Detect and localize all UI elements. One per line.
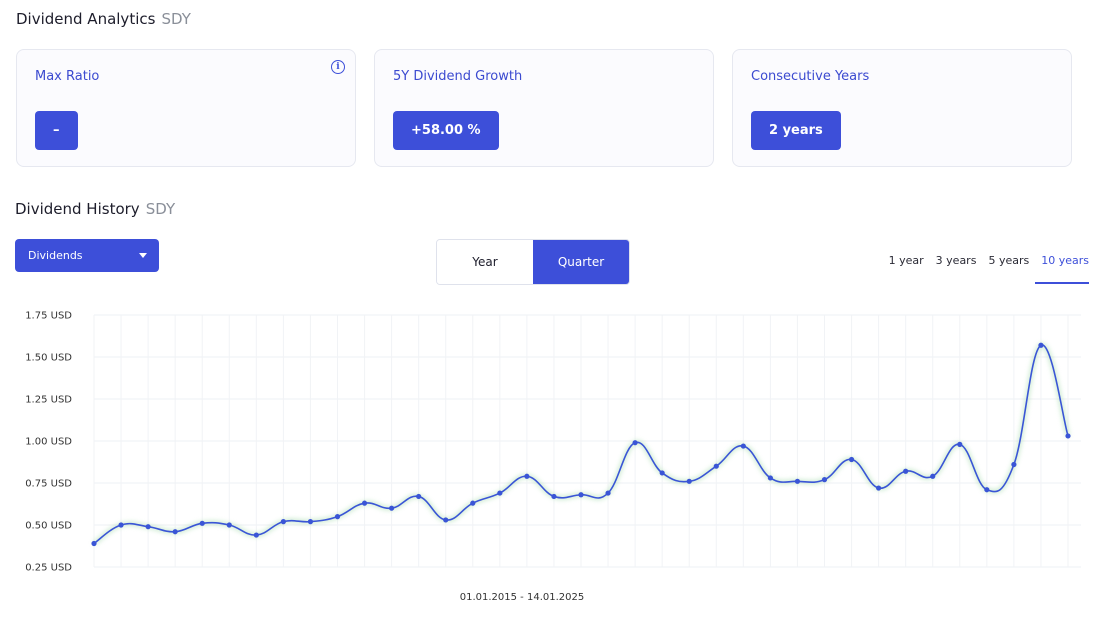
data-point[interactable] <box>659 470 665 476</box>
x-axis-label: 01.01.2015 - 14.01.2025 <box>460 592 584 603</box>
consecutive-years-value: 2 years <box>751 111 841 150</box>
consecutive-years-title: Consecutive Years <box>751 69 870 84</box>
dividend-growth-card: 5Y Dividend Growth +58.00 % <box>374 49 714 167</box>
data-point[interactable] <box>794 478 801 484</box>
data-point[interactable] <box>307 519 314 525</box>
data-point[interactable] <box>1065 433 1071 439</box>
data-point[interactable] <box>470 500 476 506</box>
data-point[interactable] <box>740 443 746 449</box>
data-point[interactable] <box>253 532 259 538</box>
y-tick-label: 1.00 USD <box>25 437 72 448</box>
data-point[interactable] <box>91 540 97 547</box>
history-ticker: SDY <box>145 200 176 218</box>
info-icon[interactable]: i <box>331 60 345 74</box>
data-point[interactable] <box>334 514 341 520</box>
dividend-chart: 0.25 USD 0.50 USD 0.75 USD 1.00 USD 1.25 USD… <box>25 311 1081 603</box>
history-heading: Dividend History SDY <box>15 200 175 218</box>
toggle-quarter[interactable]: Quarter <box>533 240 629 284</box>
data-point[interactable] <box>443 517 449 523</box>
y-tick-label: 1.25 USD <box>25 395 72 406</box>
metric-dropdown-label: Dividends <box>28 249 83 262</box>
y-tick-label: 0.50 USD <box>25 521 72 532</box>
dividend-growth-title: 5Y Dividend Growth <box>393 69 523 84</box>
data-point[interactable] <box>361 500 368 506</box>
consecutive-years-card: Consecutive Years 2 years <box>732 49 1072 167</box>
analytics-heading: Dividend Analytics SDY <box>16 10 191 28</box>
dividend-growth-value: +58.00 % <box>393 111 499 150</box>
data-point[interactable] <box>713 463 719 469</box>
data-point[interactable] <box>767 475 773 481</box>
y-axis: 0.25 USD 0.50 USD 0.75 USD 1.00 USD 1.25 USD… <box>25 311 72 574</box>
data-point[interactable] <box>930 473 936 479</box>
y-tick-label: 1.50 USD <box>25 353 72 364</box>
max-ratio-title: Max Ratio <box>35 69 100 84</box>
data-point[interactable] <box>1011 461 1017 468</box>
toggle-year[interactable]: Year <box>437 240 533 284</box>
range-10-years[interactable]: 10 years <box>1035 254 1089 284</box>
period-toggle: Year Quarter <box>436 239 630 285</box>
range-1-year[interactable]: 1 year <box>883 254 930 284</box>
data-point[interactable] <box>172 529 178 535</box>
data-point[interactable] <box>848 456 855 463</box>
data-point[interactable] <box>876 485 882 491</box>
data-point[interactable] <box>497 490 503 496</box>
data-point[interactable] <box>524 473 530 479</box>
data-point[interactable] <box>551 493 557 500</box>
data-point[interactable] <box>226 522 232 528</box>
y-tick-label: 0.75 USD <box>25 479 72 490</box>
metric-dropdown[interactable]: Dividends <box>15 239 159 272</box>
data-point[interactable] <box>118 522 124 528</box>
data-point[interactable] <box>578 492 584 498</box>
data-point[interactable] <box>145 524 151 530</box>
data-point[interactable] <box>686 478 692 484</box>
data-point[interactable] <box>957 441 963 447</box>
max-ratio-value: – <box>35 111 78 150</box>
data-point[interactable] <box>632 440 638 446</box>
history-title: Dividend History <box>15 200 140 218</box>
range-3-years[interactable]: 3 years <box>930 254 983 284</box>
data-point[interactable] <box>903 468 909 474</box>
data-point[interactable] <box>984 487 990 493</box>
range-selector: 1 year 3 years 5 years 10 years <box>883 254 1089 284</box>
max-ratio-card: Max Ratio i – <box>16 49 356 167</box>
analytics-title: Dividend Analytics <box>16 10 156 28</box>
data-point[interactable] <box>280 519 286 525</box>
caret-down-icon <box>139 253 147 258</box>
data-point[interactable] <box>605 490 611 496</box>
data-point[interactable] <box>416 493 422 500</box>
data-point[interactable] <box>199 520 205 526</box>
y-tick-label: 0.25 USD <box>25 563 72 574</box>
data-point[interactable] <box>1038 342 1044 348</box>
data-point[interactable] <box>389 505 395 511</box>
data-point[interactable] <box>821 477 828 483</box>
range-5-years[interactable]: 5 years <box>982 254 1035 284</box>
analytics-ticker: SDY <box>161 10 191 28</box>
y-tick-label: 1.75 USD <box>25 311 72 322</box>
